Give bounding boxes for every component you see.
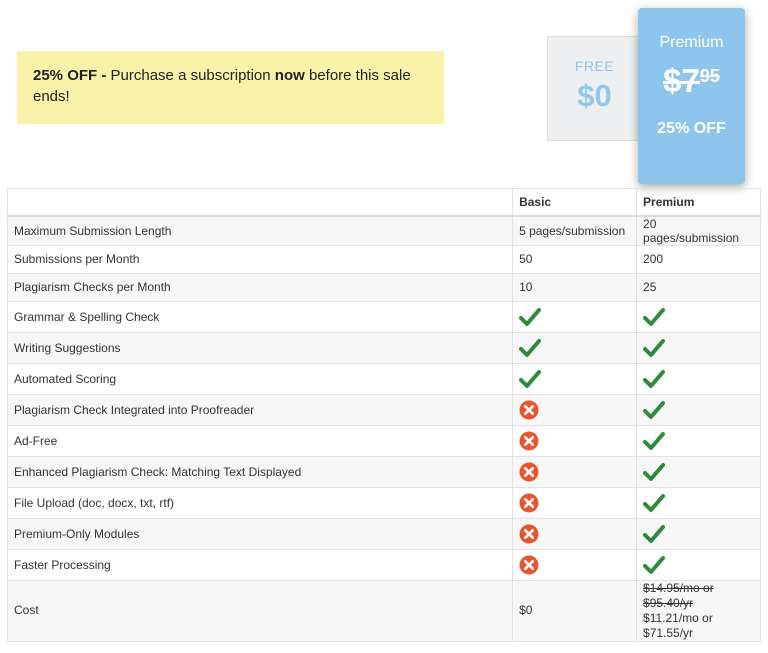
green-checkmark-icon bbox=[519, 338, 630, 358]
table-row: File Upload (doc, docx, txt, rtf) bbox=[6, 486, 761, 519]
feature-name: Automated Scoring bbox=[6, 362, 514, 395]
table-row: Plagiarism Check Integrated into Proofre… bbox=[6, 393, 761, 426]
premium-plan-price: $795 bbox=[638, 62, 745, 102]
header-basic: Basic bbox=[512, 188, 638, 217]
cost-premium-new-yearly: $71.55/yr bbox=[643, 625, 694, 640]
basic-cell bbox=[512, 393, 638, 426]
feature-name: Plagiarism Check Integrated into Proofre… bbox=[6, 393, 514, 426]
feature-name: Submissions per Month bbox=[6, 244, 514, 274]
basic-cell bbox=[512, 424, 638, 457]
premium-cell bbox=[636, 424, 761, 457]
feature-name: Grammar & Spelling Check bbox=[6, 300, 514, 333]
table-row: Writing Suggestions bbox=[6, 331, 761, 364]
green-checkmark-icon bbox=[643, 431, 754, 451]
feature-name: Maximum Submission Length bbox=[6, 215, 514, 246]
premium-cell bbox=[636, 393, 761, 426]
premium-discount-label: 25% OFF bbox=[657, 120, 726, 137]
green-checkmark-icon bbox=[643, 400, 754, 420]
feature-name: Plagiarism Checks per Month bbox=[6, 272, 514, 302]
banner-dash: - bbox=[97, 67, 111, 84]
table-header-row: Basic Premium bbox=[6, 188, 761, 217]
red-x-circle-icon bbox=[519, 462, 630, 482]
basic-cell bbox=[512, 362, 638, 395]
premium-cell: 200 bbox=[636, 244, 761, 274]
table-row: Faster Processing bbox=[6, 548, 761, 581]
free-plan-card[interactable]: FREE $0 bbox=[547, 36, 642, 141]
basic-cell bbox=[512, 331, 638, 364]
premium-cell bbox=[636, 331, 761, 364]
feature-name: Faster Processing bbox=[6, 548, 514, 581]
red-x-circle-icon bbox=[519, 400, 630, 420]
header-premium: Premium bbox=[636, 188, 761, 217]
table-row: Maximum Submission Length 5 pages/submiss… bbox=[6, 215, 761, 246]
free-plan-price: $0 bbox=[577, 78, 612, 113]
plan-comparison-table: Basic Premium Maximum Submission Length 5… bbox=[6, 188, 761, 642]
red-x-circle-icon bbox=[519, 431, 630, 451]
premium-plan-card[interactable]: Premium $795 25% OFF bbox=[638, 8, 745, 184]
premium-old-price: $7 bbox=[663, 62, 700, 99]
free-plan-label: FREE bbox=[574, 58, 615, 74]
premium-cell bbox=[636, 455, 761, 488]
basic-cell bbox=[512, 548, 638, 581]
feature-name: Writing Suggestions bbox=[6, 331, 514, 364]
table-row: Enhanced Plagiarism Check: Matching Text… bbox=[6, 455, 761, 488]
green-checkmark-icon bbox=[643, 369, 754, 389]
cost-premium-old-yearly: $95.40/yr bbox=[643, 595, 694, 610]
cost-label: Cost bbox=[6, 579, 514, 642]
banner-discount: 25% OFF bbox=[33, 67, 98, 84]
basic-cell bbox=[512, 517, 638, 550]
banner-text-before: Purchase a subscription bbox=[110, 67, 275, 84]
basic-cell: 50 bbox=[512, 244, 638, 274]
feature-name: File Upload (doc, docx, txt, rtf) bbox=[6, 486, 514, 519]
premium-old-cents: 95 bbox=[699, 66, 720, 86]
green-checkmark-icon bbox=[643, 307, 754, 327]
premium-cell bbox=[636, 300, 761, 333]
basic-cell bbox=[512, 300, 638, 333]
basic-cell: 10 bbox=[512, 272, 638, 302]
red-x-circle-icon bbox=[519, 555, 630, 575]
premium-cell bbox=[636, 548, 761, 581]
green-checkmark-icon bbox=[643, 524, 754, 544]
premium-cell bbox=[636, 486, 761, 519]
basic-cell: 5 pages/submission bbox=[512, 215, 638, 246]
premium-cell: 25 bbox=[636, 272, 761, 302]
cost-row: Cost $0 $14.95/mo or $95.40/yr $11.21/mo… bbox=[6, 579, 761, 642]
table-row: Premium-Only Modules bbox=[6, 517, 761, 550]
basic-cell bbox=[512, 486, 638, 519]
premium-cell bbox=[636, 362, 761, 395]
basic-cell bbox=[512, 455, 638, 488]
table-row: Plagiarism Checks per Month 10 25 bbox=[6, 272, 761, 302]
cost-premium-new-monthly: $11.21/mo or bbox=[643, 610, 713, 625]
table-row: Automated Scoring bbox=[6, 362, 761, 395]
cost-premium-old-monthly: $14.95/mo or bbox=[643, 580, 714, 595]
feature-name: Premium-Only Modules bbox=[6, 517, 514, 550]
green-checkmark-icon bbox=[643, 555, 754, 575]
red-x-circle-icon bbox=[519, 493, 630, 513]
table-row: Ad-Free bbox=[6, 424, 761, 457]
premium-cell: 20 pages/submission bbox=[636, 215, 761, 246]
premium-cell bbox=[636, 517, 761, 550]
green-checkmark-icon bbox=[643, 338, 754, 358]
green-checkmark-icon bbox=[643, 462, 754, 482]
feature-name: Enhanced Plagiarism Check: Matching Text… bbox=[6, 455, 514, 488]
green-checkmark-icon bbox=[519, 307, 630, 327]
table-row: Grammar & Spelling Check bbox=[6, 300, 761, 333]
red-x-circle-icon bbox=[519, 524, 630, 544]
sale-banner: 25% OFF - Purchase a subscription now be… bbox=[17, 51, 444, 124]
green-checkmark-icon bbox=[643, 493, 754, 513]
feature-name: Ad-Free bbox=[6, 424, 514, 457]
banner-text-bold: now bbox=[274, 67, 305, 84]
green-checkmark-icon bbox=[519, 369, 630, 389]
table-row: Submissions per Month 50 200 bbox=[6, 244, 761, 274]
cost-premium: $14.95/mo or $95.40/yr $11.21/mo or $71.… bbox=[636, 579, 761, 642]
header-feature bbox=[6, 188, 514, 217]
cost-basic: $0 bbox=[512, 579, 638, 642]
premium-plan-label: Premium bbox=[659, 34, 724, 51]
